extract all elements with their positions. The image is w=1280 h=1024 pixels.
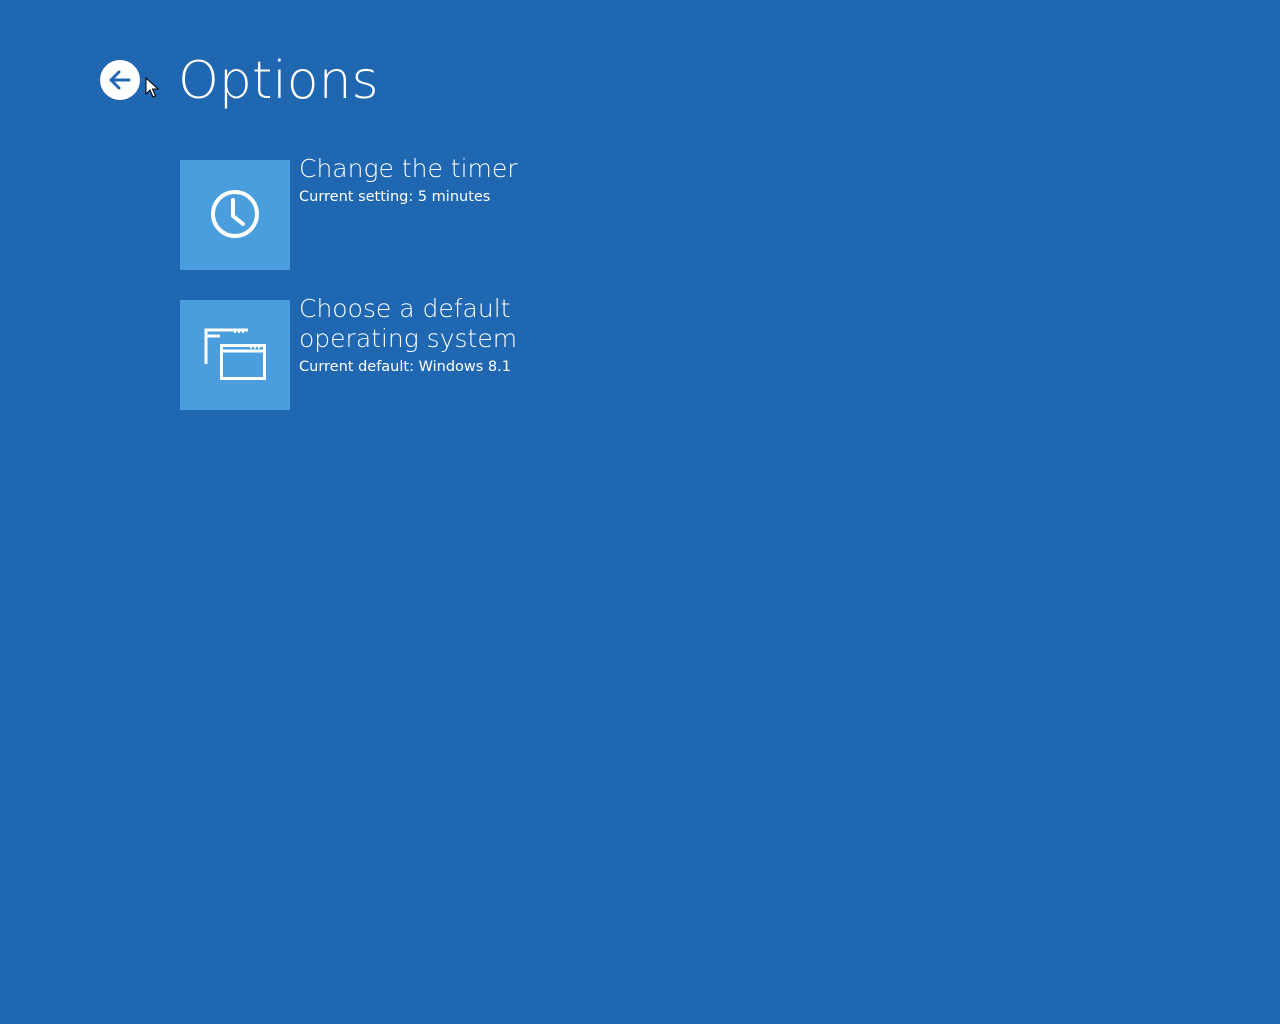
back-button[interactable] xyxy=(100,60,140,100)
option-title-line-1: Choose a default xyxy=(299,294,511,323)
option-title: Change the timer xyxy=(299,154,518,183)
windows-stack-icon xyxy=(204,328,266,380)
choose-default-os-tile[interactable] xyxy=(180,300,290,410)
change-timer-text: Change the timer Current setting: 5 minu… xyxy=(299,154,599,208)
change-timer-tile[interactable] xyxy=(180,160,290,270)
option-title-line-2: operating system xyxy=(299,324,518,353)
clock-icon xyxy=(211,190,259,238)
arrow-left-icon xyxy=(109,70,131,90)
change-timer-option[interactable]: Change the timer Current setting: 5 minu… xyxy=(180,154,600,270)
option-subtitle: Current setting: 5 minutes xyxy=(299,189,491,205)
page-title: Options xyxy=(178,51,379,111)
choose-default-os-text: Choose a default operating system Curren… xyxy=(299,294,599,378)
mouse-cursor-icon xyxy=(145,77,159,98)
option-subtitle: Current default: Windows 8.1 xyxy=(299,359,511,375)
choose-default-os-option[interactable]: Choose a default operating system Curren… xyxy=(180,294,600,410)
